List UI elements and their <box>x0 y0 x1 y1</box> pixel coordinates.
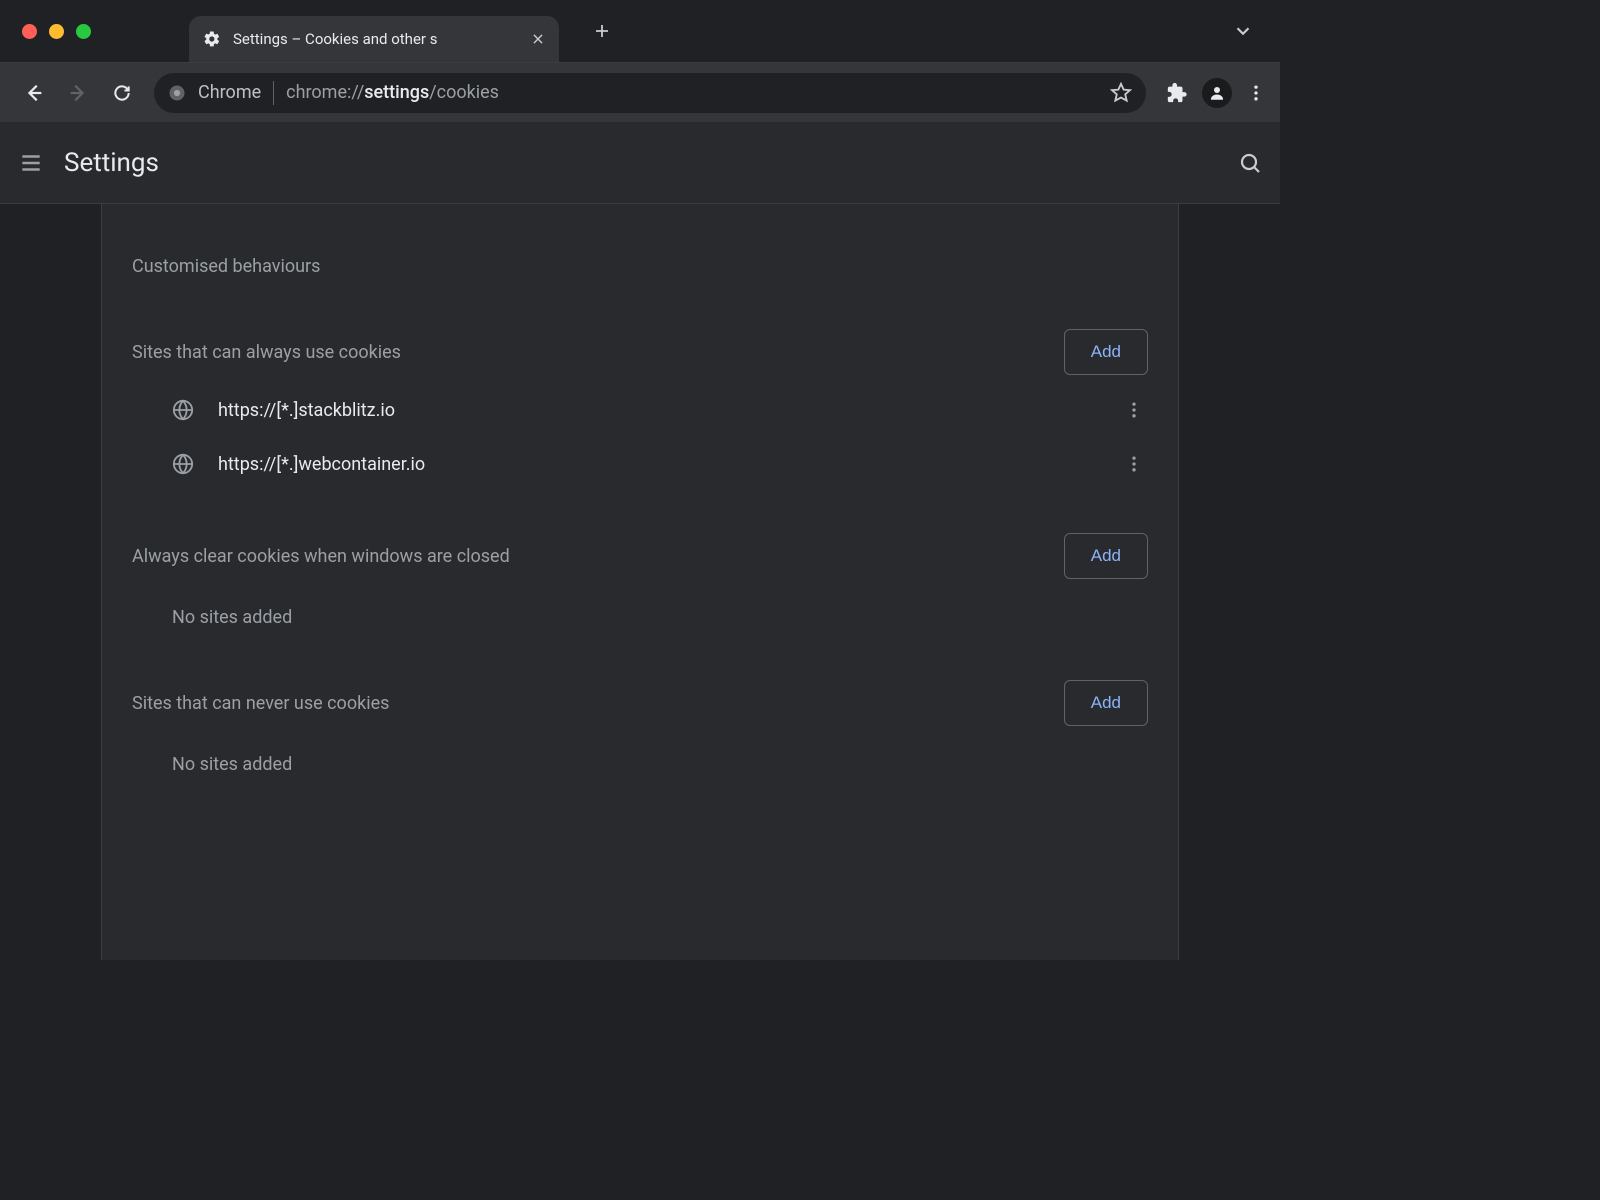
gear-icon <box>203 30 221 48</box>
settings-header: Settings <box>0 122 1280 204</box>
url-path: /cookies <box>429 82 499 103</box>
site-row-menu-button[interactable] <box>1124 400 1148 420</box>
site-url: https://[*.]webcontainer.io <box>218 454 1100 475</box>
site-chip-label: Chrome <box>198 82 261 103</box>
forward-button[interactable] <box>58 73 98 113</box>
site-row: https://[*.]webcontainer.io <box>102 437 1178 491</box>
search-settings-button[interactable] <box>1238 151 1262 175</box>
block-block-header: Sites that can never use cookies Add <box>102 638 1178 734</box>
new-tab-button[interactable] <box>585 14 619 48</box>
window-close-button[interactable] <box>22 24 37 39</box>
add-block-button[interactable]: Add <box>1064 680 1148 726</box>
window-maximize-button[interactable] <box>76 24 91 39</box>
add-clear-button[interactable]: Add <box>1064 533 1148 579</box>
url-page: settings <box>364 82 429 103</box>
add-allow-button[interactable]: Add <box>1064 329 1148 375</box>
browser-window: Settings – Cookies and other s <box>0 0 1280 960</box>
block-clear-header: Always clear cookies when windows are cl… <box>102 491 1178 587</box>
url-display: chrome://settings/cookies <box>286 82 499 103</box>
site-row: https://[*.]stackblitz.io <box>102 383 1178 437</box>
page-title: Settings <box>64 148 159 178</box>
bookmark-star-icon[interactable] <box>1110 82 1132 104</box>
chrome-logo-icon <box>168 84 186 102</box>
titlebar: Settings – Cookies and other s <box>0 0 1280 62</box>
tab-overflow-button[interactable] <box>1232 20 1254 42</box>
block-block-title: Sites that can never use cookies <box>132 693 389 714</box>
clear-empty-state: No sites added <box>102 587 1178 638</box>
reload-button[interactable] <box>102 73 142 113</box>
window-minimize-button[interactable] <box>49 24 64 39</box>
window-controls <box>22 24 91 39</box>
globe-icon <box>172 453 194 475</box>
menu-icon[interactable] <box>18 150 44 176</box>
address-bar[interactable]: Chrome chrome://settings/cookies <box>154 73 1146 113</box>
url-scheme: chrome:// <box>286 82 364 103</box>
tab-close-button[interactable] <box>531 32 545 46</box>
section-customised-behaviours: Customised behaviours <box>102 204 1178 287</box>
site-chip: Chrome <box>168 81 274 105</box>
site-row-menu-button[interactable] <box>1124 454 1148 474</box>
site-url: https://[*.]stackblitz.io <box>218 400 1100 421</box>
settings-card: Customised behaviours Sites that can alw… <box>101 204 1179 960</box>
block-allow-header: Sites that can always use cookies Add <box>102 287 1178 383</box>
block-empty-state: No sites added <box>102 734 1178 785</box>
globe-icon <box>172 399 194 421</box>
browser-menu-button[interactable] <box>1246 83 1266 103</box>
toolbar-right <box>1166 78 1266 108</box>
block-clear-title: Always clear cookies when windows are cl… <box>132 546 510 567</box>
browser-tab[interactable]: Settings – Cookies and other s <box>189 16 559 62</box>
tab-title: Settings – Cookies and other s <box>233 30 519 48</box>
block-allow-title: Sites that can always use cookies <box>132 342 401 363</box>
profile-avatar[interactable] <box>1202 78 1232 108</box>
settings-content: Customised behaviours Sites that can alw… <box>0 204 1280 960</box>
browser-toolbar: Chrome chrome://settings/cookies <box>0 62 1280 122</box>
extensions-icon[interactable] <box>1166 82 1188 104</box>
url-divider <box>273 81 274 105</box>
back-button[interactable] <box>14 73 54 113</box>
